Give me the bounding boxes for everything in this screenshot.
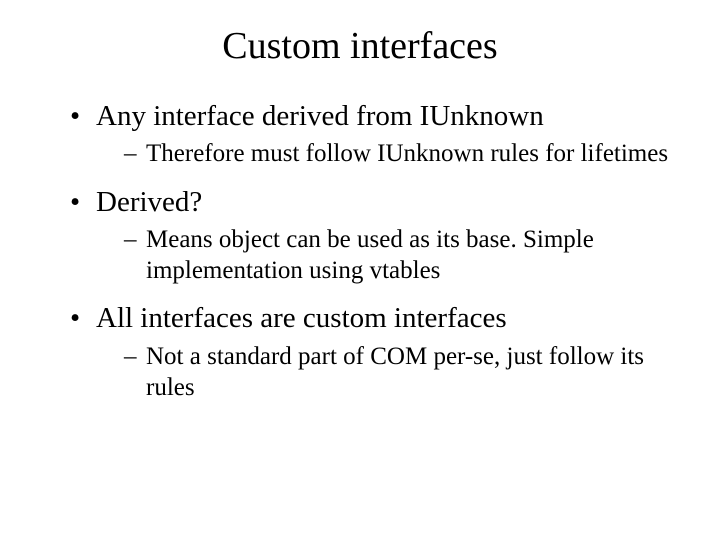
list-item: All interfaces are custom interfaces Not… [70,300,680,403]
bullet-text: All interfaces are custom interfaces [96,302,507,334]
sub-bullet-text: Not a standard part of COM per-se, just … [146,343,644,401]
bullet-text: Any interface derived from IUnknown [96,100,544,132]
list-item: Therefore must follow IUnknown rules for… [124,138,680,169]
list-item: Means object can be used as its base. Si… [124,224,680,287]
sub-list: Therefore must follow IUnknown rules for… [96,138,680,169]
sub-list: Not a standard part of COM per-se, just … [96,341,680,404]
slide-title: Custom interfaces [40,24,680,68]
sub-bullet-text: Therefore must follow IUnknown rules for… [146,140,668,167]
sub-bullet-text: Means object can be used as its base. Si… [146,226,594,284]
list-item: Not a standard part of COM per-se, just … [124,341,680,404]
sub-list: Means object can be used as its base. Si… [96,224,680,287]
bullet-text: Derived? [96,186,202,218]
bullet-list: Any interface derived from IUnknown Ther… [40,98,680,403]
list-item: Any interface derived from IUnknown Ther… [70,98,680,170]
slide: Custom interfaces Any interface derived … [0,0,720,540]
list-item: Derived? Means object can be used as its… [70,184,680,287]
